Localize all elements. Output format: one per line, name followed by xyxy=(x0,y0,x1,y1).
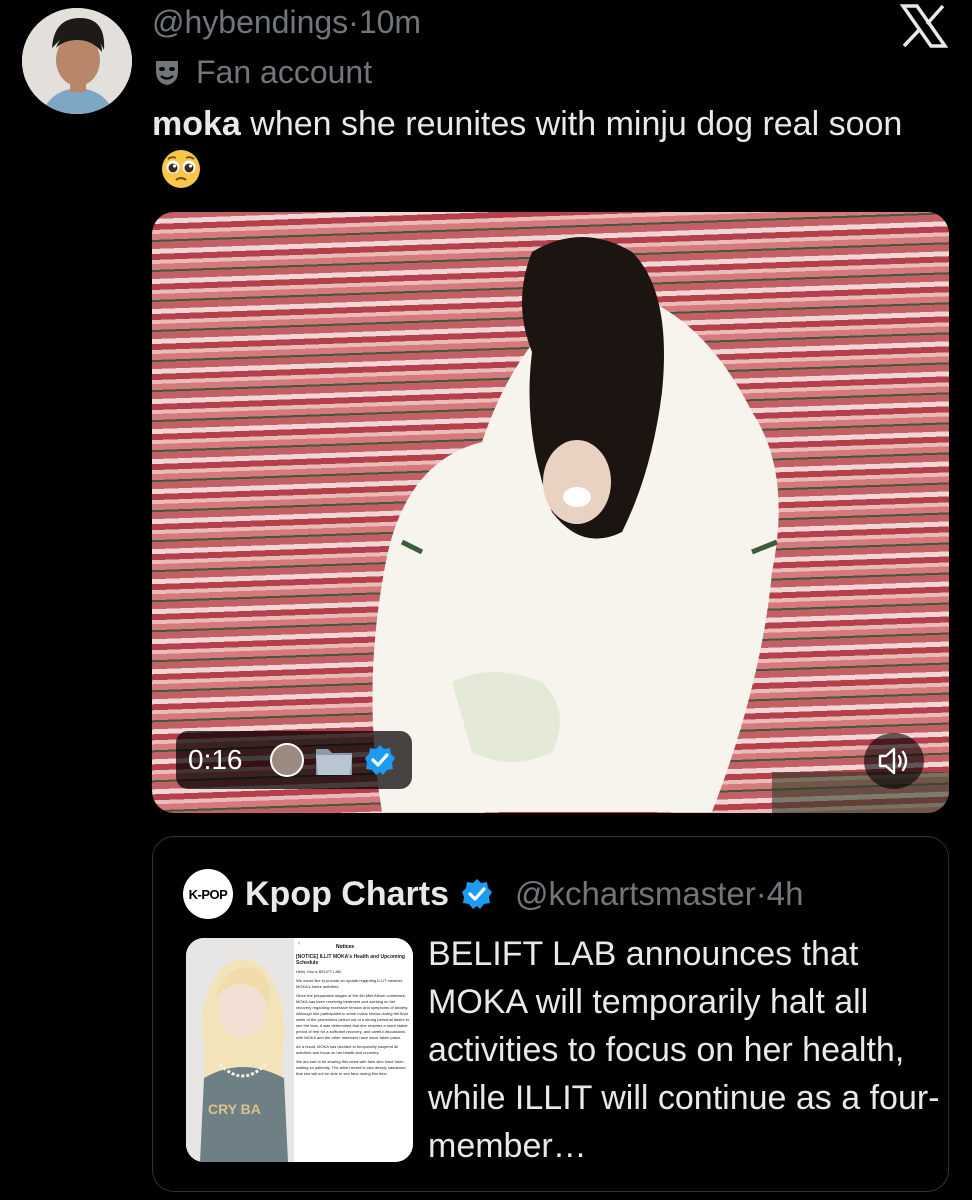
account-label-text: Fan account xyxy=(196,54,373,90)
quoted-author-handle: @kchartsmaster·4h xyxy=(515,875,803,913)
notice-para-4: As a result, MOKA has decided to tempora… xyxy=(296,1044,399,1055)
tweet-time[interactable]: 10m xyxy=(359,4,421,40)
notice-para-5: We are sad to be sharing this news with … xyxy=(296,1059,406,1076)
video-duration: 0:16 xyxy=(188,744,243,775)
video-duration-pill: 0:16 xyxy=(176,731,412,789)
back-arrow-icon: ‹ xyxy=(298,940,300,947)
speaker-icon xyxy=(878,747,908,775)
notice-para-3: Since the preparation stages of the 4th … xyxy=(296,993,410,1040)
tweet-text-bold: moka xyxy=(152,105,241,143)
quoted-handle-text[interactable]: @kchartsmaster xyxy=(515,875,756,912)
quoted-author-name[interactable]: Kpop Charts xyxy=(245,875,449,914)
author-avatar[interactable] xyxy=(22,8,132,114)
quoted-tweet-time: 4h xyxy=(766,875,804,912)
tweet-text-body: when she reunites with minju dog real so… xyxy=(240,105,903,143)
separator-dot: · xyxy=(755,875,767,912)
verified-badge-icon xyxy=(365,745,395,775)
pleading-face-emoji xyxy=(160,148,202,203)
kpop-logo-text: K-POP xyxy=(188,886,228,902)
quoted-tweet-header: K-POP Kpop Charts @kchartsmaster·4h xyxy=(183,866,803,922)
notice-para-2: We would like to provide an update regar… xyxy=(296,978,403,989)
theater-masks-icon xyxy=(156,61,178,85)
separator-dot: · xyxy=(348,4,359,40)
verified-badge-icon xyxy=(462,879,492,909)
folder-icon xyxy=(316,749,352,775)
quoted-tweet-image[interactable]: CRY BA Notices ‹ [NOTICE] ILLIT MOKA's H… xyxy=(186,938,413,1162)
mute-button[interactable] xyxy=(864,733,924,789)
shirt-text: CRY BA xyxy=(208,1101,261,1117)
avatar-icon xyxy=(270,743,304,777)
kpop-charts-avatar[interactable]: K-POP xyxy=(183,869,233,919)
tweet-text: moka when she reunites with minju dog re… xyxy=(152,100,942,203)
x-logo-icon[interactable] xyxy=(900,4,948,48)
notice-para-1: Hello, this is BELIFT LAB. xyxy=(296,969,342,974)
notice-headline: [NOTICE] ILLIT MOKA's Health and Upcomin… xyxy=(296,954,405,966)
quoted-tweet-text: BELIFT LAB announces that MOKA will temp… xyxy=(428,935,940,1165)
video-frame xyxy=(372,237,949,813)
video-player[interactable] xyxy=(152,212,949,813)
notice-title: Notices xyxy=(336,944,354,950)
tweet-header: @hybendings·10m xyxy=(152,2,421,42)
account-label[interactable]: Fan account xyxy=(152,52,372,92)
author-handle[interactable]: @hybendings xyxy=(152,4,348,40)
